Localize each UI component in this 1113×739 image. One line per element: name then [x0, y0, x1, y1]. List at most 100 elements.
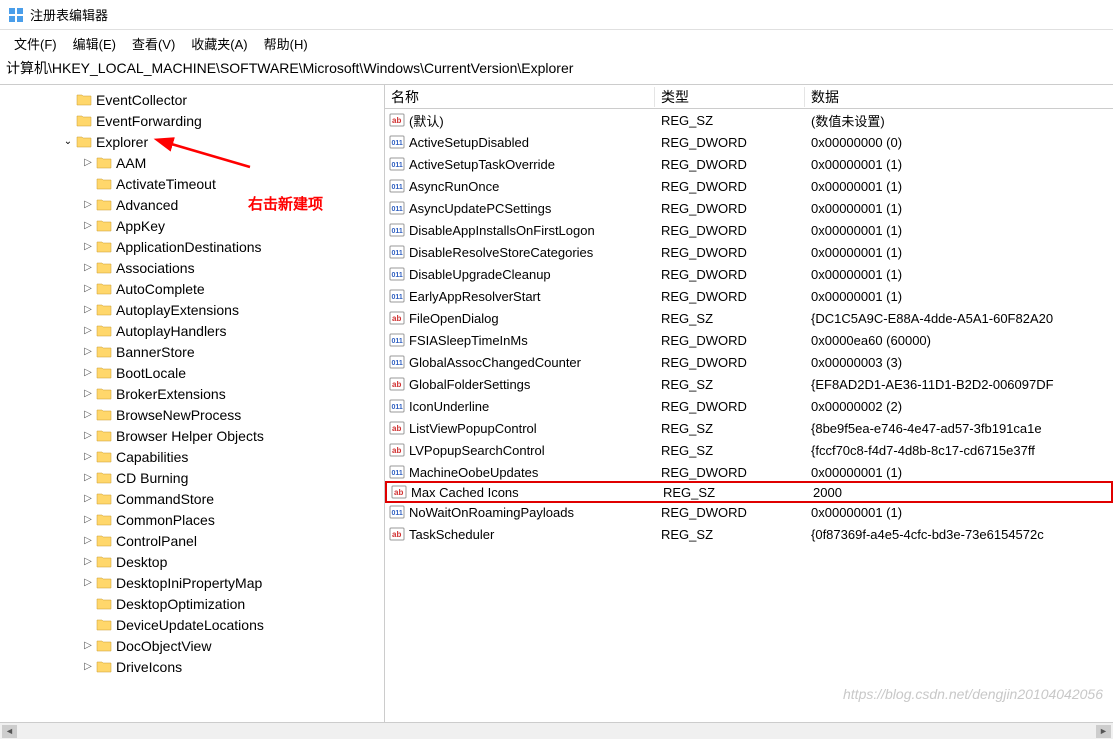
expand-icon[interactable]: ▷ [80, 367, 96, 378]
tree-item[interactable]: ▷AutoplayHandlers [0, 320, 384, 341]
tree-item[interactable]: ▷CommonPlaces [0, 509, 384, 530]
expand-icon[interactable]: ▷ [80, 556, 96, 567]
tree-item[interactable]: ▷BrokerExtensions [0, 383, 384, 404]
value-row[interactable]: 011EarlyAppResolverStartREG_DWORD0x00000… [385, 285, 1113, 307]
value-data: {EF8AD2D1-AE36-11D1-B2D2-006097DF [805, 377, 1113, 392]
tree-item[interactable]: ▷BannerStore [0, 341, 384, 362]
expand-icon[interactable]: ▷ [80, 409, 96, 420]
value-row[interactable]: 011NoWaitOnRoamingPayloadsREG_DWORD0x000… [385, 501, 1113, 523]
folder-icon [96, 575, 112, 591]
tree-item[interactable]: ActivateTimeout [0, 173, 384, 194]
menu-item[interactable]: 收藏夹(A) [183, 32, 255, 55]
tree-item[interactable]: ▷Browser Helper Objects [0, 425, 384, 446]
tree-item[interactable]: ▷Capabilities [0, 446, 384, 467]
value-row[interactable]: 011DisableAppInstallsOnFirstLogonREG_DWO… [385, 219, 1113, 241]
value-type: REG_DWORD [655, 135, 805, 150]
expand-icon[interactable]: ⌄ [60, 136, 76, 147]
menu-item[interactable]: 编辑(E) [65, 32, 124, 55]
value-row[interactable]: abTaskSchedulerREG_SZ{0f87369f-a4e5-4cfc… [385, 523, 1113, 545]
value-row[interactable]: 011ActiveSetupTaskOverrideREG_DWORD0x000… [385, 153, 1113, 175]
expand-icon[interactable]: ▷ [80, 472, 96, 483]
value-row[interactable]: abLVPopupSearchControlREG_SZ{fccf70c8-f4… [385, 439, 1113, 461]
expand-icon[interactable]: ▷ [80, 220, 96, 231]
tree-item[interactable]: ▷ControlPanel [0, 530, 384, 551]
value-row[interactable]: 011DisableUpgradeCleanupREG_DWORD0x00000… [385, 263, 1113, 285]
scroll-left-button[interactable]: ◄ [2, 725, 17, 738]
tree-item[interactable]: ▷ DesktopIniPropertyMap [0, 572, 384, 593]
value-row[interactable]: abListViewPopupControlREG_SZ{8be9f5ea-e7… [385, 417, 1113, 439]
svg-text:ab: ab [392, 530, 401, 539]
expand-icon[interactable]: ▷ [80, 325, 96, 336]
content-area: EventCollectorEventForwarding⌄Explorer▷A… [0, 85, 1113, 722]
title-bar: 注册表编辑器 [0, 0, 1113, 30]
tree-item[interactable]: ▷ CD Burning [0, 467, 384, 488]
expand-icon[interactable]: ▷ [80, 346, 96, 357]
value-row[interactable]: 011IconUnderlineREG_DWORD0x00000002 (2) [385, 395, 1113, 417]
expand-icon[interactable]: ▷ [80, 304, 96, 315]
tree-label: DesktopIniPropertyMap [116, 575, 262, 591]
tree-item[interactable]: ▷BootLocale [0, 362, 384, 383]
value-row[interactable]: abFileOpenDialogREG_SZ{DC1C5A9C-E88A-4dd… [385, 307, 1113, 329]
tree-item[interactable]: ▷DocObjectView [0, 635, 384, 656]
expand-icon[interactable]: ▷ [80, 514, 96, 525]
value-row[interactable]: abGlobalFolderSettingsREG_SZ{EF8AD2D1-AE… [385, 373, 1113, 395]
tree-item[interactable]: ▷Advanced [0, 194, 384, 215]
tree-item[interactable]: EventCollector [0, 89, 384, 110]
tree-item[interactable]: EventForwarding [0, 110, 384, 131]
value-row[interactable]: 011ActiveSetupDisabledREG_DWORD0x0000000… [385, 131, 1113, 153]
expand-icon[interactable]: ▷ [80, 535, 96, 546]
expand-icon[interactable]: ▷ [80, 388, 96, 399]
menu-item[interactable]: 帮助(H) [256, 32, 316, 55]
tree-item[interactable]: ▷DriveIcons [0, 656, 384, 677]
tree-item[interactable]: ▷AutoComplete [0, 278, 384, 299]
value-row[interactable]: 011AsyncRunOnceREG_DWORD0x00000001 (1) [385, 175, 1113, 197]
tree-view[interactable]: EventCollectorEventForwarding⌄Explorer▷A… [0, 85, 384, 722]
expand-icon[interactable]: ▷ [80, 493, 96, 504]
tree-label: CD Burning [116, 470, 188, 486]
string-value-icon: ab [389, 526, 405, 542]
expand-icon[interactable]: ▷ [80, 157, 96, 168]
column-name[interactable]: 名称 [385, 87, 655, 107]
menu-item[interactable]: 查看(V) [124, 32, 183, 55]
tree-item[interactable]: ▷CommandStore [0, 488, 384, 509]
svg-text:ab: ab [392, 380, 401, 389]
tree-item[interactable]: DeviceUpdateLocations [0, 614, 384, 635]
svg-text:011: 011 [392, 294, 403, 301]
expand-icon[interactable]: ▷ [80, 199, 96, 210]
value-row[interactable]: 011AsyncUpdatePCSettingsREG_DWORD0x00000… [385, 197, 1113, 219]
horizontal-scrollbar[interactable]: ◄ ► [0, 722, 1113, 739]
value-data: 2000 [807, 485, 1111, 500]
expand-icon[interactable]: ▷ [80, 640, 96, 651]
tree-item[interactable]: ▷BrowseNewProcess [0, 404, 384, 425]
expand-icon[interactable]: ▷ [80, 577, 96, 588]
folder-icon [96, 197, 112, 213]
menu-item[interactable]: 文件(F) [6, 32, 65, 55]
value-row[interactable]: ab(默认)REG_SZ(数值未设置) [385, 109, 1113, 131]
expand-icon[interactable]: ▷ [80, 241, 96, 252]
column-data[interactable]: 数据 [805, 87, 1113, 107]
tree-item[interactable]: DesktopOptimization [0, 593, 384, 614]
value-row[interactable]: 011MachineOobeUpdatesREG_DWORD0x00000001… [385, 461, 1113, 483]
tree-item[interactable]: ▷AppKey [0, 215, 384, 236]
expand-icon[interactable]: ▷ [80, 262, 96, 273]
folder-icon [96, 386, 112, 402]
column-type[interactable]: 类型 [655, 87, 805, 107]
value-row[interactable]: abMax Cached IconsREG_SZ2000 [385, 481, 1113, 503]
tree-item[interactable]: ▷AAM [0, 152, 384, 173]
scroll-right-button[interactable]: ► [1096, 725, 1111, 738]
value-data: 0x00000001 (1) [805, 465, 1113, 480]
value-row[interactable]: 011FSIASleepTimeInMsREG_DWORD0x0000ea60 … [385, 329, 1113, 351]
tree-item[interactable]: ▷Associations [0, 257, 384, 278]
values-list[interactable]: ab(默认)REG_SZ(数值未设置)011ActiveSetupDisable… [385, 109, 1113, 545]
address-bar[interactable]: 计算机\HKEY_LOCAL_MACHINE\SOFTWARE\Microsof… [0, 56, 1113, 85]
expand-icon[interactable]: ▷ [80, 430, 96, 441]
expand-icon[interactable]: ▷ [80, 451, 96, 462]
tree-item[interactable]: ▷AutoplayExtensions [0, 299, 384, 320]
expand-icon[interactable]: ▷ [80, 283, 96, 294]
tree-item[interactable]: ⌄Explorer [0, 131, 384, 152]
tree-item[interactable]: ▷Desktop [0, 551, 384, 572]
value-row[interactable]: 011GlobalAssocChangedCounterREG_DWORD0x0… [385, 351, 1113, 373]
expand-icon[interactable]: ▷ [80, 661, 96, 672]
tree-item[interactable]: ▷ApplicationDestinations [0, 236, 384, 257]
value-row[interactable]: 011DisableResolveStoreCategoriesREG_DWOR… [385, 241, 1113, 263]
